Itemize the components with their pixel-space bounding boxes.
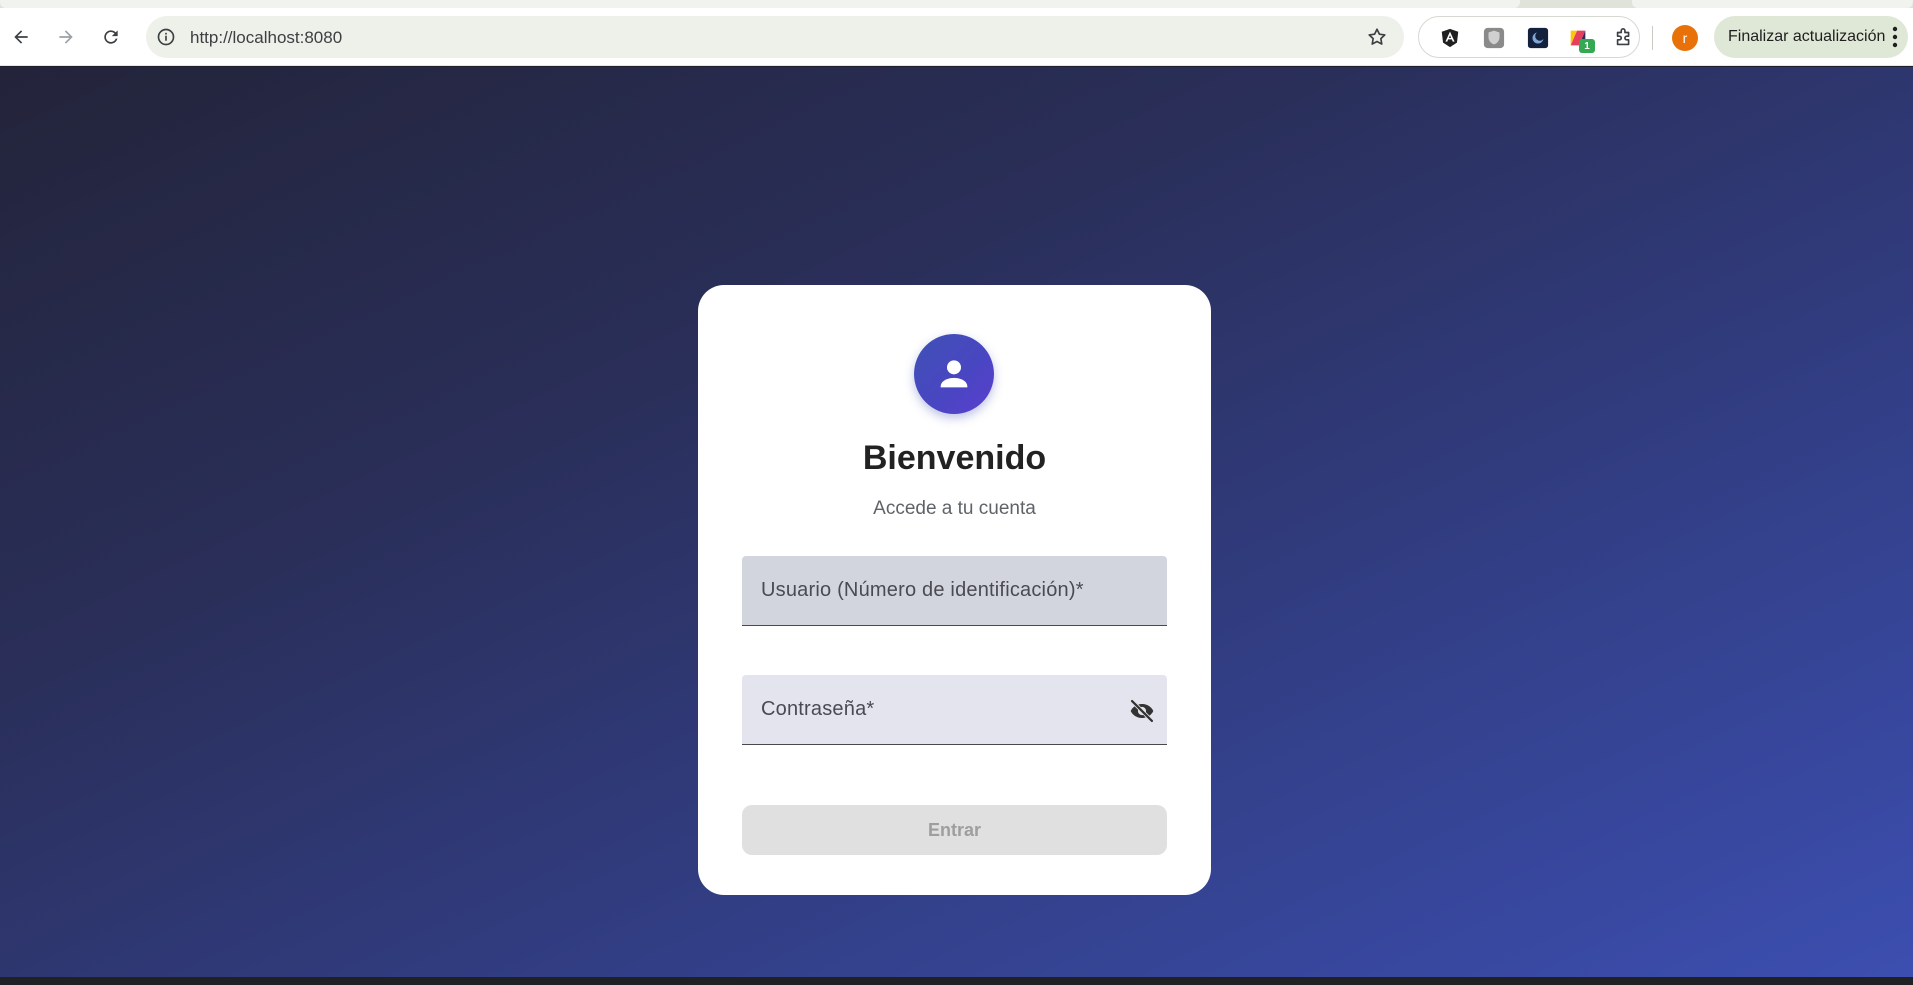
page-subtitle: Accede a tu cuenta	[873, 498, 1036, 519]
browser-toolbar: http://localhost:8080 1 r Finalizar actu…	[0, 8, 1913, 66]
forward-button[interactable]	[51, 22, 81, 52]
extension-badge: 1	[1579, 39, 1595, 53]
login-submit-button[interactable]: Entrar	[742, 805, 1167, 855]
bookmark-star-icon[interactable]	[1366, 26, 1388, 48]
angular-devtools-icon[interactable]	[1439, 27, 1461, 49]
reload-button[interactable]	[96, 22, 126, 52]
dark-extension-icon[interactable]	[1527, 27, 1549, 49]
reload-icon	[104, 30, 118, 44]
more-menu-icon[interactable]	[1892, 25, 1898, 49]
tab-strip	[0, 0, 1913, 8]
address-bar[interactable]: http://localhost:8080	[146, 16, 1404, 58]
back-button[interactable]	[6, 22, 36, 52]
color-extension-icon[interactable]: 1	[1567, 27, 1595, 53]
extensions-puzzle-icon[interactable]	[1613, 27, 1635, 49]
extensions-group: 1	[1418, 16, 1640, 58]
person-icon	[940, 360, 968, 388]
login-page: Bienvenido Accede a tu cuenta Entrar	[0, 67, 1913, 977]
username-input[interactable]	[742, 556, 1167, 625]
inactive-tab[interactable]	[1632, 0, 1913, 8]
password-field[interactable]	[742, 675, 1167, 745]
page-title: Bienvenido	[862, 439, 1047, 477]
update-button-label: Finalizar actualización	[1728, 28, 1886, 45]
toolbar-divider	[1652, 26, 1653, 50]
url-text[interactable]: http://localhost:8080	[190, 28, 342, 48]
username-field[interactable]	[742, 556, 1167, 626]
eye-off-icon	[1130, 699, 1154, 723]
forward-arrow-icon	[59, 30, 73, 44]
shield-extension-icon[interactable]	[1483, 27, 1505, 49]
taskbar-edge	[0, 977, 1913, 985]
profile-avatar[interactable]: r	[1672, 25, 1698, 51]
active-tab[interactable]	[0, 0, 1520, 8]
user-avatar	[914, 334, 994, 414]
update-button[interactable]: Finalizar actualización	[1714, 16, 1908, 58]
site-info-icon[interactable]	[156, 27, 176, 47]
back-arrow-icon	[14, 30, 28, 44]
login-card: Bienvenido Accede a tu cuenta Entrar	[698, 285, 1211, 895]
toggle-password-visibility-button[interactable]	[1127, 696, 1157, 726]
password-input[interactable]	[742, 675, 1167, 744]
